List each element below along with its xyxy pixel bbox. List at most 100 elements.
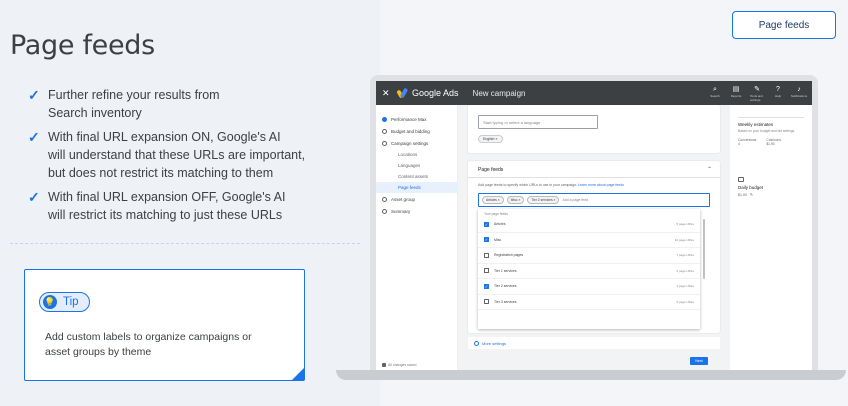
reports-icon: ▤: [732, 85, 740, 93]
main-content: Start typing or select a language Englis…: [458, 105, 730, 371]
header-tools: ⌕ Search ▤ Reports ✎ Tools and settings ? He…: [708, 85, 807, 102]
bullet-item: ✓ With final URL expansion OFF, Google's…: [28, 188, 358, 224]
estimates-panel: Weekly estimates Based on your budget an…: [730, 105, 812, 371]
laptop-screen: ✕ Google Ads New campaign ⌕ Search ▤ Repor…: [376, 81, 812, 371]
chevron-up-icon[interactable]: ⌃: [707, 166, 712, 173]
feed-input-placeholder: Add a page feed: [562, 198, 589, 202]
step-done-icon: [382, 116, 387, 122]
check-icon: ✓: [28, 189, 40, 205]
page-feed-select-input[interactable]: Articles × Misc × Tier 2 services × Add …: [478, 193, 710, 207]
bell-icon: ♪: [797, 85, 801, 93]
bullet-line: will restrict its matching to just these…: [48, 208, 283, 222]
budget-value: $1.00: [738, 192, 747, 197]
wallet-icon: [738, 177, 744, 182]
weekly-estimates: Weekly estimates Based on your budget an…: [734, 113, 808, 151]
slide-title: Page feeds: [10, 30, 155, 61]
dropdown-header: Your page feeds: [484, 212, 508, 216]
list-item[interactable]: Tier 1 services 6 page URLs: [478, 264, 700, 279]
step-icon: [382, 196, 387, 202]
checkbox-icon[interactable]: [484, 268, 489, 274]
gear-icon: [474, 340, 479, 346]
checkbox-checked-icon[interactable]: ✓: [484, 237, 489, 243]
help-tool[interactable]: ? Help: [771, 85, 785, 102]
list-item[interactable]: ✓ Tier 2 services 4 page URLs: [478, 279, 700, 295]
estimates-stats: Conversions 4 Cost/conv. $1.90: [738, 138, 804, 147]
app-name: Google Ads: [412, 88, 459, 98]
save-status: All changes saved: [382, 363, 416, 367]
campaign-title: New campaign: [472, 88, 526, 98]
checkbox-icon[interactable]: [484, 252, 489, 258]
feed-chip[interactable]: Misc ×: [506, 196, 525, 204]
campaign-sidebar: Performance Max Budget and bidding Campa…: [376, 105, 458, 371]
tip-text: Add custom labels to organize campaigns …: [45, 331, 252, 358]
language-chip[interactable]: English ×: [478, 135, 503, 143]
bullet-item: ✓ Further refine your results from Searc…: [28, 86, 358, 122]
tools-tool[interactable]: ✎ Tools and settings: [750, 85, 764, 102]
dropdown-scrollbar[interactable]: [703, 219, 705, 279]
list-item[interactable]: ✓ Misc 10 page URLs: [478, 233, 700, 248]
wrench-icon: ✎: [754, 85, 760, 93]
page-feeds-button[interactable]: Page feeds: [732, 11, 836, 39]
more-settings-row[interactable]: More settings: [468, 337, 720, 349]
sidebar-subitem-languages[interactable]: Languages: [376, 160, 457, 171]
slide-left-panel: Page feeds ✓ Further refine your results…: [0, 0, 380, 406]
stat-cost-per-conv: Cost/conv. $1.90: [766, 137, 782, 147]
divider: [738, 117, 804, 118]
language-search-input[interactable]: Start typing or select a language: [478, 115, 598, 129]
step-icon: [382, 208, 387, 214]
search-icon: ⌕: [713, 85, 717, 93]
sidebar-item-budget[interactable]: Budget and bidding: [376, 125, 457, 137]
sidebar-item-summary[interactable]: Summary: [376, 205, 457, 217]
sidebar-subitem-locations[interactable]: Locations: [376, 149, 457, 160]
reports-tool[interactable]: ▤ Reports: [729, 85, 743, 102]
check-icon: ✓: [28, 129, 40, 145]
sidebar-item-asset-group[interactable]: Asset group: [376, 193, 457, 205]
tip-label: Tip: [63, 296, 79, 308]
check-icon: ✓: [28, 87, 40, 103]
checkbox-checked-icon[interactable]: ✓: [484, 221, 489, 227]
learn-more-link[interactable]: Learn more about page feeds: [578, 183, 624, 187]
step-icon: [382, 140, 387, 146]
sidebar-subitem-page-feeds[interactable]: Page feeds: [376, 182, 457, 193]
bullet-line: Further refine your results from: [48, 88, 220, 102]
tip-box: 💡 Tip Add custom labels to organize camp…: [24, 269, 305, 381]
tip-badge: 💡 Tip: [39, 292, 90, 312]
sidebar-subitem-content-assets[interactable]: Content assets: [376, 171, 457, 182]
budget-title: Daily budget: [738, 185, 764, 190]
bullet-line: but does not restrict its matching to th…: [48, 166, 274, 180]
languages-card: Start typing or select a language Englis…: [468, 105, 720, 153]
bullet-line: With final URL expansion OFF, Google's A…: [48, 190, 286, 204]
page-feed-dropdown: Your page feeds ✓ Articles 5 page URLs ✓ Mi…: [478, 209, 705, 329]
sidebar-item-performance-max[interactable]: Performance Max: [376, 113, 457, 125]
corner-fold-icon: [292, 368, 304, 380]
page-feeds-description: Add page feeds to specify which URLs to …: [478, 183, 624, 187]
notifications-tool[interactable]: ♪ Notifications: [791, 85, 807, 102]
search-tool[interactable]: ⌕ Search: [708, 85, 722, 102]
list-item[interactable]: ✓ Articles 5 page URLs: [478, 217, 700, 233]
estimates-subtitle: Based on your budget and bid settings: [738, 129, 795, 133]
list-item[interactable]: Tier 3 services 5 page URLs: [478, 295, 700, 310]
sidebar-item-campaign-settings[interactable]: Campaign settings: [376, 137, 457, 149]
list-item[interactable]: Registration pages 7 page URLs: [478, 248, 700, 264]
bullet-list: ✓ Further refine your results from Searc…: [28, 86, 358, 230]
help-icon: ?: [776, 85, 780, 93]
checkbox-checked-icon[interactable]: ✓: [484, 283, 489, 289]
divider: [10, 243, 360, 244]
app-header: ✕ Google Ads New campaign ⌕ Search ▤ Repor…: [376, 81, 812, 105]
save-icon: [382, 363, 386, 367]
bullet-line: Search inventory: [48, 106, 142, 120]
laptop-frame: ✕ Google Ads New campaign ⌕ Search ▤ Repor…: [370, 75, 818, 371]
divider: [468, 177, 720, 178]
feed-chip[interactable]: Articles ×: [482, 196, 504, 204]
close-icon[interactable]: ✕: [382, 88, 394, 99]
next-button[interactable]: Next: [690, 357, 708, 365]
bullet-item: ✓ With final URL expansion ON, Google's …: [28, 128, 358, 182]
laptop-base: [336, 370, 846, 380]
pencil-icon[interactable]: ✎: [750, 192, 753, 197]
page-feeds-card: Page feeds ⌃ Add page feeds to specify w…: [468, 161, 720, 333]
lightbulb-icon: 💡: [43, 295, 57, 309]
daily-budget: Daily budget $1.00 ✎: [738, 177, 763, 197]
checkbox-icon[interactable]: [484, 299, 489, 305]
feed-chip[interactable]: Tier 2 services ×: [527, 196, 560, 204]
page-feeds-heading: Page feeds: [478, 167, 504, 173]
